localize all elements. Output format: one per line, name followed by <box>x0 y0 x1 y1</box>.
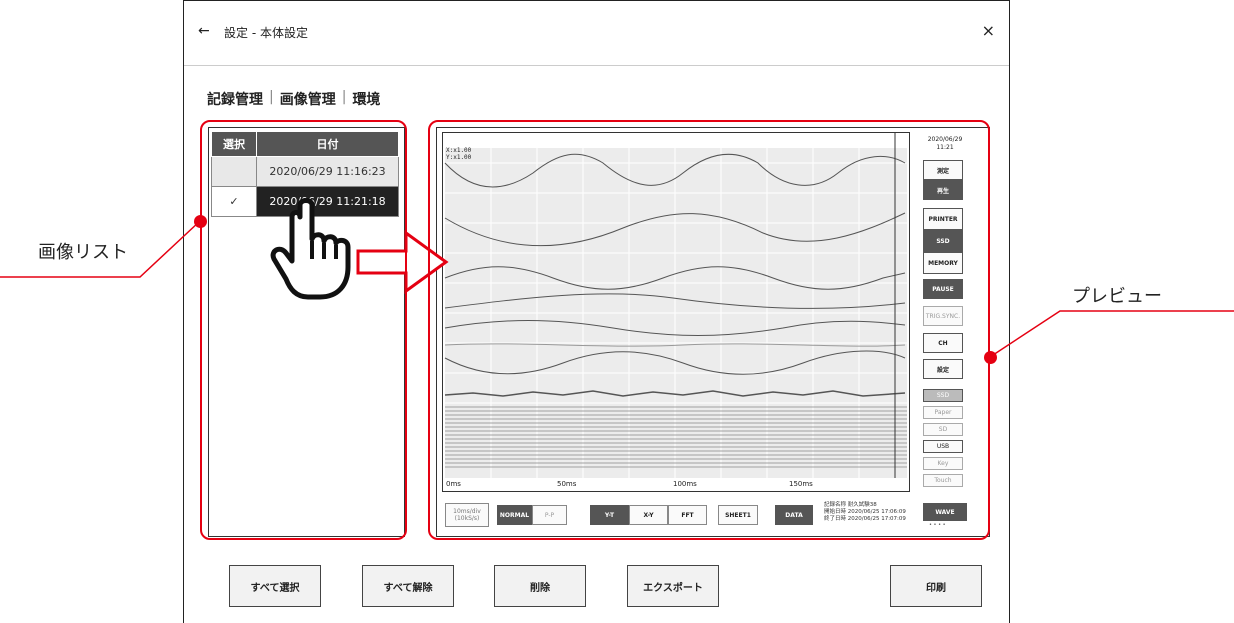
callout-lines <box>0 220 1234 358</box>
image-list-callout-label: 画像リスト <box>38 242 128 263</box>
preview-callout-label: プレビュー <box>1072 286 1162 307</box>
